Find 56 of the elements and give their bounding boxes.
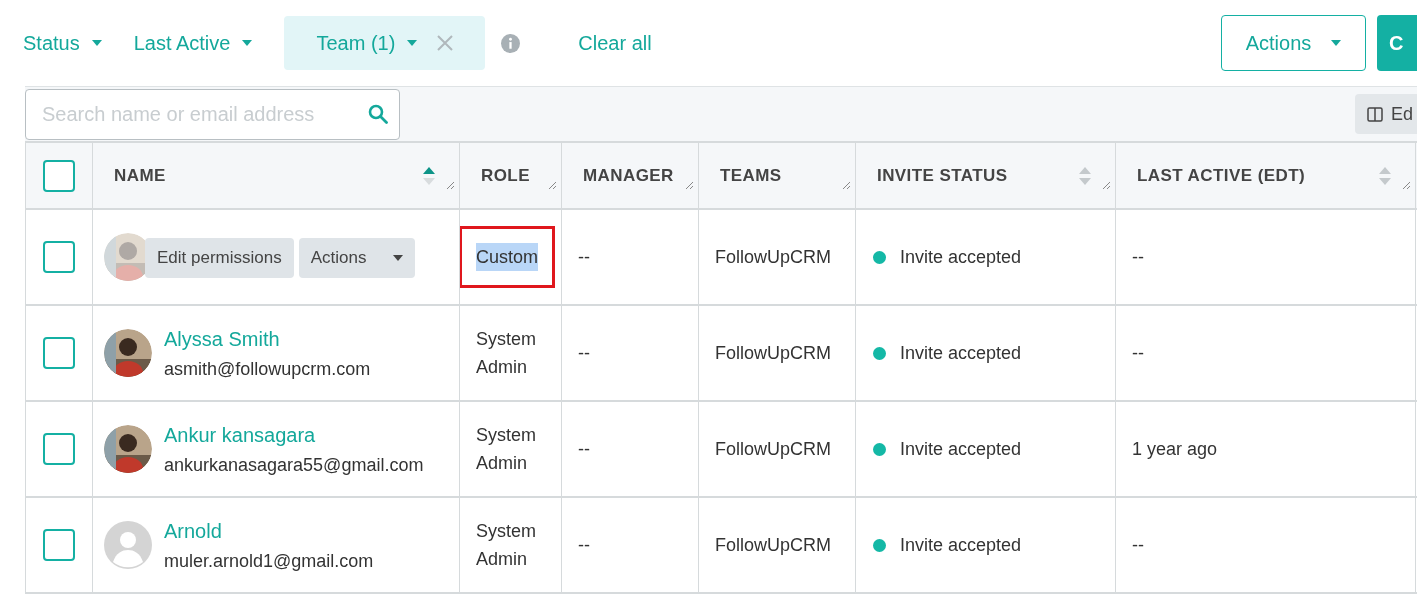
role-text: System Admin (476, 520, 537, 571)
last-active-text: -- (1132, 533, 1144, 557)
sort-icon[interactable] (1079, 166, 1091, 185)
info-icon[interactable] (501, 33, 521, 53)
user-email: asmith@followupcrm.com (164, 357, 371, 381)
team-text: FollowUpCRM (715, 437, 831, 461)
role-text: System Admin (476, 424, 537, 475)
column-header[interactable]: ROLE (481, 162, 530, 189)
team-text: FollowUpCRM (715, 245, 831, 269)
caret-icon (407, 40, 418, 46)
user-email: muler.arnold1@gmail.com (164, 549, 374, 573)
avatar-icon (104, 521, 152, 569)
resize-handle-icon[interactable] (446, 181, 455, 190)
invite-status-text: Invite accepted (900, 341, 1022, 365)
row-checkbox[interactable] (43, 529, 75, 561)
edit-permissions-button[interactable]: Edit permissions (145, 238, 294, 278)
manager-text: -- (578, 341, 590, 365)
invite-status-text: Invite accepted (900, 245, 1022, 269)
team-text: FollowUpCRM (715, 341, 831, 365)
close-icon[interactable] (437, 35, 454, 51)
caret-icon (392, 255, 403, 261)
row-checkbox[interactable] (43, 337, 75, 369)
column-header[interactable]: TEAMS (720, 162, 782, 189)
invite-status-text: Invite accepted (900, 437, 1022, 461)
caret-icon (242, 40, 253, 46)
resize-handle-icon[interactable] (842, 181, 851, 190)
caret-icon (91, 40, 102, 46)
role-text: System Admin (476, 328, 537, 379)
select-all-checkbox[interactable] (43, 159, 75, 192)
last-active-text: -- (1132, 341, 1144, 365)
manager-text: -- (578, 245, 590, 269)
resize-handle-icon[interactable] (685, 181, 694, 190)
resize-handle-icon[interactable] (1102, 181, 1111, 190)
last-active-text: 1 year ago (1132, 437, 1218, 461)
manager-text: -- (578, 533, 590, 557)
resize-handle-icon[interactable] (548, 181, 557, 190)
sort-icon[interactable] (1379, 166, 1391, 185)
column-header[interactable]: LAST ACTIVE (EDT) (1137, 162, 1306, 189)
invite-status-text: Invite accepted (900, 533, 1022, 557)
column-header[interactable]: INVITE STATUS (877, 162, 1008, 189)
resize-handle-icon[interactable] (1402, 181, 1411, 190)
manager-text: -- (578, 437, 590, 461)
row-checkbox[interactable] (43, 241, 75, 273)
caret-icon (1331, 40, 1342, 46)
columns-icon (1366, 106, 1383, 122)
edit-columns-button[interactable]: Ed (1354, 94, 1417, 134)
search-icon[interactable] (368, 103, 388, 124)
row-checkbox[interactable] (43, 433, 75, 465)
role-text: Custom (476, 243, 538, 271)
user-email: ankurkanasagara55@gmail.com (164, 453, 424, 477)
column-header[interactable]: NAME (114, 162, 166, 189)
sort-icon[interactable] (423, 166, 435, 185)
row-actions-button[interactable]: Actions (298, 238, 415, 278)
team-text: FollowUpCRM (715, 533, 831, 557)
column-header[interactable]: MANAGER (583, 162, 674, 189)
last-active-text: -- (1132, 245, 1144, 269)
